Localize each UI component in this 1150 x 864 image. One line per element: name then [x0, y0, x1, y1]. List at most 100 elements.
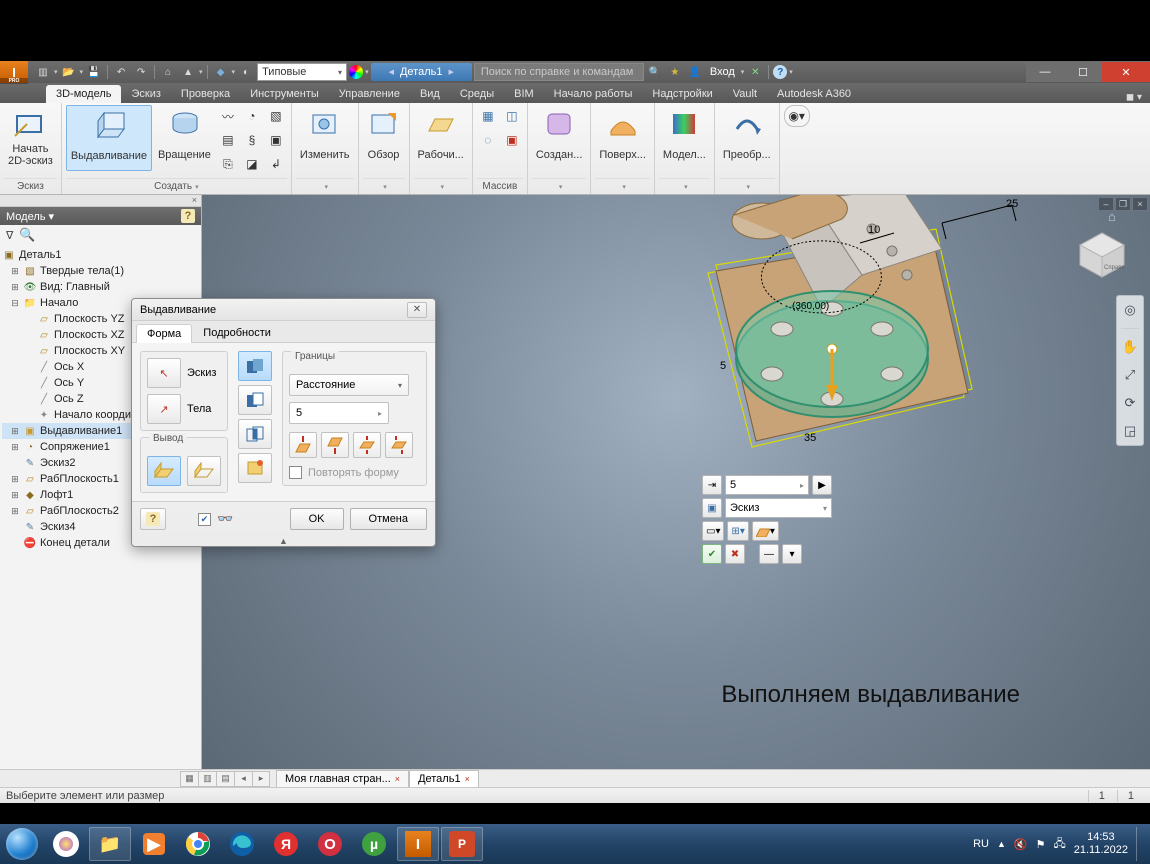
coil-icon[interactable]: §: [241, 129, 263, 151]
task-inventor-icon[interactable]: I: [397, 827, 439, 861]
solids-select-button[interactable]: ↗: [147, 394, 181, 424]
mirror-icon[interactable]: ◫: [501, 105, 523, 127]
filter-icon[interactable]: ∇: [6, 229, 13, 242]
qat-home-icon[interactable]: ⌂: [159, 63, 177, 81]
sweep-icon[interactable]: 〰: [217, 105, 239, 127]
close-icon[interactable]: ×: [465, 774, 470, 784]
ribbon-tab-inspect[interactable]: Проверка: [171, 85, 240, 103]
dialog-tab-more[interactable]: Подробности: [192, 323, 282, 342]
search-icon[interactable]: 🔍: [19, 227, 35, 243]
ribbon-tab-environments[interactable]: Среды: [450, 85, 504, 103]
op-newsolid-button[interactable]: [238, 453, 272, 483]
orbit-icon[interactable]: ⟳: [1120, 393, 1140, 413]
tree-twisty-icon[interactable]: ⊞: [10, 266, 20, 277]
dialog-help-icon[interactable]: ?: [140, 508, 166, 530]
browser-header[interactable]: Модель ▾ ?: [0, 207, 201, 225]
op-intersect-button[interactable]: [238, 419, 272, 449]
app-logo[interactable]: I: [0, 61, 28, 83]
mtb-distance-icon[interactable]: ⇥: [702, 475, 722, 495]
dir-default-button[interactable]: [289, 432, 317, 458]
tray-network-icon[interactable]: 🖧: [1053, 835, 1065, 854]
browser-close-icon[interactable]: ×: [192, 195, 197, 206]
ribbon-tab-view[interactable]: Вид: [410, 85, 450, 103]
tree-twisty-icon[interactable]: ⊞: [10, 474, 20, 485]
dir-sym-button[interactable]: [353, 432, 381, 458]
tree-twisty-icon[interactable]: ⊞: [10, 442, 20, 453]
lookat-icon[interactable]: ◲: [1120, 421, 1140, 441]
measure-dropdown-icon[interactable]: ◉▾: [784, 105, 810, 127]
dialog-tab-shape[interactable]: Форма: [136, 324, 192, 343]
doctab-prev-icon[interactable]: ◂: [234, 771, 252, 787]
mtb-profile-field[interactable]: Эскиз▾: [725, 498, 832, 518]
doctab-next-icon[interactable]: ▸: [252, 771, 270, 787]
glasses-icon[interactable]: 👓: [217, 511, 233, 527]
tray-lang[interactable]: RU: [973, 838, 989, 850]
cancel-button[interactable]: Отмена: [350, 508, 427, 530]
extents-mode-select[interactable]: Расстояние: [289, 374, 409, 396]
mtb-flip-icon[interactable]: ▶: [812, 475, 832, 495]
decal-icon[interactable]: ◪: [241, 153, 263, 175]
mtb-pin-icon[interactable]: ▾: [782, 544, 802, 564]
convert-button[interactable]: Преобр...: [719, 105, 775, 169]
mdi-close-icon[interactable]: ×: [1132, 197, 1148, 211]
task-explorer-icon[interactable]: 📁: [89, 827, 131, 861]
tree-twisty-icon[interactable]: ⊞: [10, 490, 20, 501]
task-media-icon[interactable]: ▶: [133, 827, 175, 861]
tree-twisty-icon[interactable]: ⊞: [10, 282, 20, 293]
user-icon[interactable]: 👤: [686, 63, 704, 81]
task-chrome-icon[interactable]: [177, 827, 219, 861]
close-icon[interactable]: ×: [395, 774, 400, 784]
search-box[interactable]: Поиск по справке и командам: [474, 63, 644, 81]
mtb-direction-icon[interactable]: ▾: [752, 521, 779, 541]
modify-button[interactable]: Изменить: [296, 105, 354, 169]
ribbon-toggle-icon[interactable]: ◼ ▾: [1118, 92, 1150, 103]
mtb-expand-icon[interactable]: —: [759, 544, 779, 564]
minimize-button[interactable]: —: [1026, 62, 1064, 82]
op-join-button[interactable]: [238, 351, 272, 381]
task-opera-icon[interactable]: O: [309, 827, 351, 861]
zoom-icon[interactable]: ⤢: [1120, 365, 1140, 385]
document-tab[interactable]: Деталь1: [371, 63, 472, 81]
ribbon-tab-tools[interactable]: Инструменты: [240, 85, 329, 103]
qat-color-icon[interactable]: [349, 65, 363, 79]
tree-item[interactable]: ⊞👁Вид: Главный: [2, 279, 201, 295]
mtb-profile-icon[interactable]: ▣: [702, 498, 722, 518]
ribbon-tab-sketch[interactable]: Эскиз: [121, 85, 170, 103]
show-desktop-button[interactable]: [1136, 827, 1144, 861]
distance-input[interactable]: 5: [289, 402, 389, 424]
start-2d-sketch-button[interactable]: Начать 2D-эскиз: [4, 105, 57, 169]
doctab-home-icon[interactable]: ▦: [180, 771, 198, 787]
mtb-join-icon[interactable]: ⊞▾: [727, 521, 748, 541]
qat-material-icon[interactable]: ◆: [212, 63, 230, 81]
search-icon[interactable]: 🔍: [646, 63, 664, 81]
ribbon-tab-vault[interactable]: Vault: [723, 85, 767, 103]
help-icon[interactable]: ?: [773, 65, 787, 79]
op-cut-button[interactable]: [238, 385, 272, 415]
qat-select-icon[interactable]: ▲: [179, 63, 197, 81]
qat-save-icon[interactable]: 💾: [85, 63, 103, 81]
profile-select-button[interactable]: ↖: [147, 358, 181, 388]
tray-clock[interactable]: 14:53 21.11.2022: [1074, 831, 1128, 857]
tree-item[interactable]: ⊞▧Твердые тела(1): [2, 263, 201, 279]
dialog-close-icon[interactable]: ✕: [407, 302, 427, 318]
unwrap-icon[interactable]: ↲: [265, 153, 287, 175]
work-features-button[interactable]: Рабочи...: [414, 105, 468, 169]
doctab-tile-icon[interactable]: ▥: [198, 771, 216, 787]
viewcube[interactable]: Справа: [1074, 227, 1130, 283]
match-shape-checkbox[interactable]: [289, 466, 302, 479]
mtb-output-icon[interactable]: ▭▾: [702, 521, 724, 541]
derive-icon[interactable]: ▣: [265, 129, 287, 151]
ribbon-tab-manage[interactable]: Управление: [329, 85, 410, 103]
dialog-expand-grip[interactable]: ▲: [132, 536, 435, 546]
tree-twisty-icon[interactable]: ⊟: [10, 298, 20, 309]
dir-flip-button[interactable]: [321, 432, 349, 458]
revolve-button[interactable]: Вращение: [154, 105, 215, 169]
task-yandex2-icon[interactable]: Я: [265, 827, 307, 861]
dir-asym-button[interactable]: [385, 432, 413, 458]
start-button[interactable]: [0, 824, 44, 864]
ribbon-tab-a360[interactable]: Autodesk A360: [767, 85, 861, 103]
exchange-icon[interactable]: ✕: [746, 63, 764, 81]
star-icon[interactable]: ★: [666, 63, 684, 81]
tree-twisty-icon[interactable]: ⊞: [10, 506, 20, 517]
output-solid-button[interactable]: [147, 456, 181, 486]
